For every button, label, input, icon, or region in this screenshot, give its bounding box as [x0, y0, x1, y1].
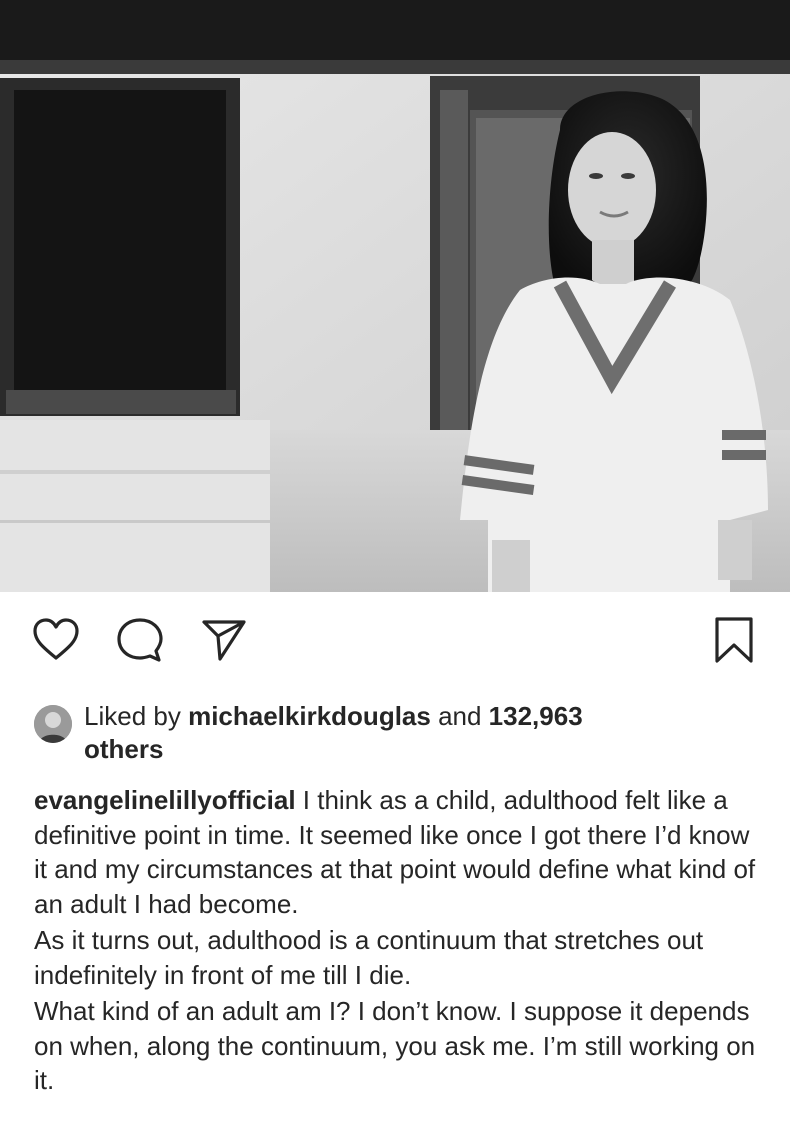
caption: evangelinelillyofficial I think as a chi…: [34, 783, 764, 1100]
liker-avatar[interactable]: [34, 705, 72, 743]
likes-others[interactable]: others: [84, 734, 163, 764]
caption-username[interactable]: evangelinelillyofficial: [34, 785, 296, 815]
avatar-image: [34, 705, 72, 743]
share-button[interactable]: [198, 614, 250, 666]
post-photo[interactable]: [0, 0, 790, 592]
caption-paragraph-1: evangelinelillyofficial I think as a chi…: [34, 783, 764, 921]
comment-button[interactable]: [114, 614, 166, 666]
bookmark-icon: [715, 617, 753, 663]
heart-icon: [33, 618, 79, 660]
comment-icon: [117, 618, 163, 662]
likes-count[interactable]: 132,963: [489, 701, 583, 731]
likes-middle: and: [430, 701, 489, 731]
caption-paragraph-2: As it turns out, adulthood is a continuu…: [34, 925, 704, 990]
paper-plane-icon: [202, 620, 246, 661]
post-photo-image: [0, 0, 790, 592]
likes-prefix: Liked by: [84, 701, 189, 731]
likes-row: Liked by michaelkirkdouglas and 132,963 o…: [34, 700, 754, 770]
save-button[interactable]: [708, 614, 760, 666]
action-bar: [0, 592, 790, 692]
caption-paragraph-3: What kind of an adult am I? I don’t know…: [34, 996, 756, 1095]
likes-text: Liked by michaelkirkdouglas and 132,963 o…: [84, 700, 724, 766]
liker-username[interactable]: michaelkirkdouglas: [188, 701, 431, 731]
like-button[interactable]: [30, 614, 82, 666]
